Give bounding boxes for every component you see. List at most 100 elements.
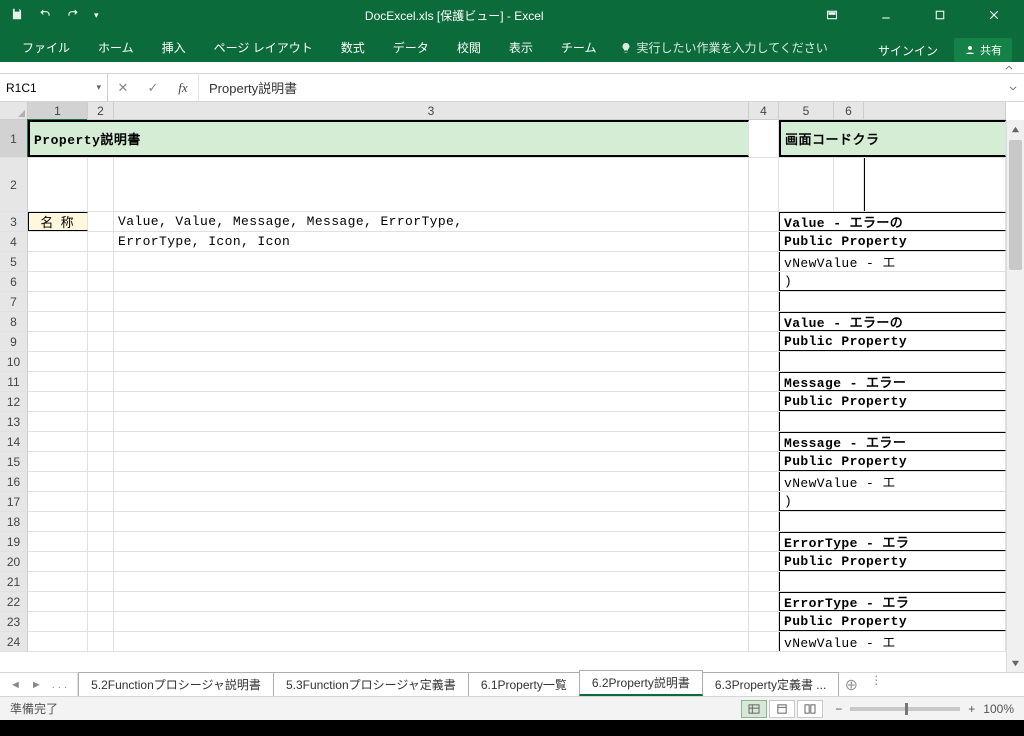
tab-insert[interactable]: 挿入 bbox=[148, 33, 200, 62]
cell[interactable] bbox=[749, 372, 779, 391]
cell[interactable] bbox=[749, 212, 779, 231]
side-cell[interactable] bbox=[779, 512, 1006, 531]
cell[interactable] bbox=[114, 392, 749, 411]
ribbon-display-icon[interactable] bbox=[810, 0, 854, 30]
label-name[interactable]: 名 称 bbox=[28, 212, 88, 231]
cell[interactable] bbox=[749, 332, 779, 351]
cell[interactable] bbox=[88, 292, 114, 311]
sheet-nav-prev-icon[interactable]: ◄ bbox=[6, 679, 25, 691]
select-all-corner[interactable] bbox=[0, 102, 28, 120]
cell[interactable] bbox=[28, 392, 88, 411]
vertical-scrollbar[interactable] bbox=[1006, 120, 1024, 672]
cell[interactable] bbox=[864, 158, 1006, 211]
cell[interactable] bbox=[749, 512, 779, 531]
cell[interactable] bbox=[28, 352, 88, 371]
share-button[interactable]: 共有 bbox=[954, 38, 1012, 62]
row-header[interactable]: 18 bbox=[0, 512, 28, 532]
side-cell[interactable]: Message - エラー bbox=[779, 372, 1006, 391]
row-header[interactable]: 12 bbox=[0, 392, 28, 412]
undo-icon[interactable] bbox=[38, 7, 52, 24]
cell[interactable] bbox=[28, 592, 88, 611]
cell[interactable] bbox=[28, 252, 88, 271]
cell[interactable] bbox=[28, 552, 88, 571]
cell[interactable] bbox=[749, 432, 779, 451]
col-header[interactable]: 5 bbox=[779, 102, 834, 120]
cell[interactable] bbox=[749, 232, 779, 251]
cell[interactable] bbox=[28, 612, 88, 631]
cell[interactable] bbox=[749, 352, 779, 371]
tab-formulas[interactable]: 数式 bbox=[327, 33, 379, 62]
formula-expand[interactable] bbox=[1002, 74, 1024, 101]
cell-content[interactable]: Value, Value, Message, Message, ErrorTyp… bbox=[114, 212, 749, 231]
col-header[interactable]: 4 bbox=[749, 102, 779, 120]
title-banner-left[interactable]: Property説明書 bbox=[28, 120, 749, 157]
cell[interactable] bbox=[88, 392, 114, 411]
row-header[interactable]: 10 bbox=[0, 352, 28, 372]
zoom-out-button[interactable]: − bbox=[835, 702, 842, 716]
cell[interactable] bbox=[749, 472, 779, 491]
cell[interactable] bbox=[28, 372, 88, 391]
cell[interactable] bbox=[28, 532, 88, 551]
cell[interactable] bbox=[114, 412, 749, 431]
col-header[interactable] bbox=[864, 102, 1006, 120]
add-sheet-button[interactable]: ⊕ bbox=[838, 673, 864, 696]
cell[interactable] bbox=[88, 332, 114, 351]
sheet-tab[interactable]: 5.3Functionプロシージャ定義書 bbox=[273, 672, 469, 696]
cell[interactable] bbox=[88, 492, 114, 511]
cell[interactable] bbox=[749, 392, 779, 411]
cell[interactable] bbox=[114, 552, 749, 571]
zoom-slider[interactable] bbox=[850, 707, 960, 711]
cell[interactable] bbox=[114, 632, 749, 651]
tab-review[interactable]: 校閲 bbox=[443, 33, 495, 62]
cell[interactable] bbox=[114, 372, 749, 391]
sheet-tab[interactable]: 6.1Property一覧 bbox=[468, 672, 580, 696]
cell[interactable] bbox=[88, 212, 114, 231]
sheet-tab[interactable]: 5.2Functionプロシージャ説明書 bbox=[78, 672, 274, 696]
tab-pagelayout[interactable]: ページ レイアウト bbox=[200, 33, 327, 62]
formula-input[interactable]: Property説明書 bbox=[199, 74, 1002, 101]
cell[interactable] bbox=[88, 572, 114, 591]
side-cell[interactable]: Public Property bbox=[779, 232, 1006, 251]
cell[interactable] bbox=[28, 432, 88, 451]
row-header[interactable]: 9 bbox=[0, 332, 28, 352]
cell[interactable] bbox=[749, 552, 779, 571]
cell[interactable] bbox=[88, 452, 114, 471]
cell[interactable] bbox=[28, 232, 88, 251]
side-cell[interactable]: ErrorType - エラ bbox=[779, 592, 1006, 611]
cell[interactable] bbox=[88, 592, 114, 611]
cell[interactable] bbox=[88, 632, 114, 651]
row-header[interactable]: 5 bbox=[0, 252, 28, 272]
row-header[interactable]: 7 bbox=[0, 292, 28, 312]
side-cell[interactable]: Public Property bbox=[779, 332, 1006, 351]
side-cell[interactable]: vNewValue - エ bbox=[779, 252, 1006, 271]
cell[interactable] bbox=[114, 252, 749, 271]
cell[interactable] bbox=[749, 632, 779, 651]
redo-icon[interactable] bbox=[66, 7, 80, 24]
cell[interactable] bbox=[88, 412, 114, 431]
sheet-tab[interactable]: 6.3Property定義書 ... bbox=[702, 672, 839, 696]
name-box[interactable]: R1C1 ▾ bbox=[0, 74, 108, 101]
row-header[interactable]: 14 bbox=[0, 432, 28, 452]
side-cell[interactable]: Public Property bbox=[779, 392, 1006, 411]
col-header[interactable]: 1 bbox=[28, 102, 88, 120]
tab-data[interactable]: データ bbox=[379, 33, 443, 62]
cell[interactable] bbox=[749, 612, 779, 631]
col-header[interactable]: 2 bbox=[88, 102, 114, 120]
side-cell[interactable]: Public Property bbox=[779, 552, 1006, 571]
row-header[interactable]: 6 bbox=[0, 272, 28, 292]
zoom-level[interactable]: 100% bbox=[983, 702, 1014, 716]
cell[interactable] bbox=[114, 612, 749, 631]
side-cell[interactable] bbox=[779, 292, 1006, 311]
cell[interactable] bbox=[88, 532, 114, 551]
cell[interactable] bbox=[88, 312, 114, 331]
side-cell[interactable]: vNewValue - エ bbox=[779, 472, 1006, 491]
tab-team[interactable]: チーム bbox=[547, 33, 611, 62]
scroll-thumb[interactable] bbox=[1009, 140, 1022, 270]
cell[interactable] bbox=[114, 292, 749, 311]
row-header[interactable]: 20 bbox=[0, 552, 28, 572]
side-cell[interactable]: Public Property bbox=[779, 612, 1006, 631]
sheet-menu-icon[interactable]: ⋮ bbox=[864, 673, 888, 696]
sheet-nav[interactable]: ◄ ► . . . bbox=[0, 673, 78, 696]
col-header[interactable]: 3 bbox=[114, 102, 749, 120]
side-cell[interactable]: vNewValue - エ bbox=[779, 632, 1006, 651]
